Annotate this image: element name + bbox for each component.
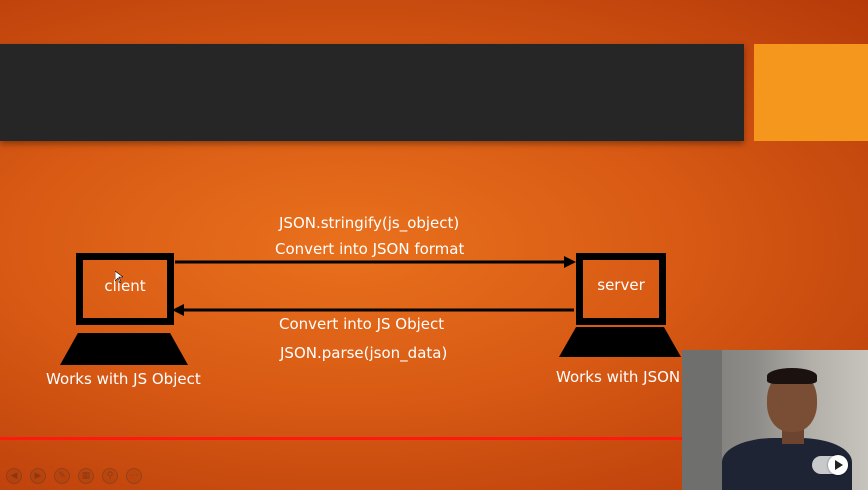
client-label: client — [104, 277, 146, 295]
js-object-label: Convert into JS Object — [279, 315, 445, 333]
prev-icon[interactable]: ◀ — [6, 468, 22, 484]
arrowhead-right — [564, 256, 576, 268]
next-icon[interactable]: ▶ — [30, 468, 46, 484]
zoom-icon[interactable]: ⚲ — [102, 468, 118, 484]
slides-icon[interactable]: ▦ — [78, 468, 94, 484]
presenter-hair — [767, 368, 817, 384]
slide: client Works with JS Object server Works… — [0, 0, 868, 490]
server-caption: Works with JSON — [556, 368, 681, 386]
json-format-label: Convert into JSON format — [275, 240, 465, 258]
mouse-cursor-icon — [115, 271, 123, 283]
more-icon[interactable]: ⋯ — [126, 468, 142, 484]
server-label: server — [597, 276, 645, 294]
server-laptop-base — [559, 327, 681, 357]
accent-block — [754, 44, 868, 141]
title-bar — [0, 44, 744, 141]
play-icon[interactable] — [828, 455, 848, 475]
stringify-label: JSON.stringify(js_object) — [279, 214, 460, 232]
client-laptop-base — [60, 333, 188, 365]
parse-label: JSON.parse(json_data) — [280, 344, 448, 362]
client-caption: Works with JS Object — [46, 370, 201, 388]
presentation-toolbar: ◀ ▶ ✎ ▦ ⚲ ⋯ — [6, 468, 142, 486]
webcam-overlay — [682, 350, 868, 490]
webcam-wall — [682, 350, 722, 490]
pen-icon[interactable]: ✎ — [54, 468, 70, 484]
